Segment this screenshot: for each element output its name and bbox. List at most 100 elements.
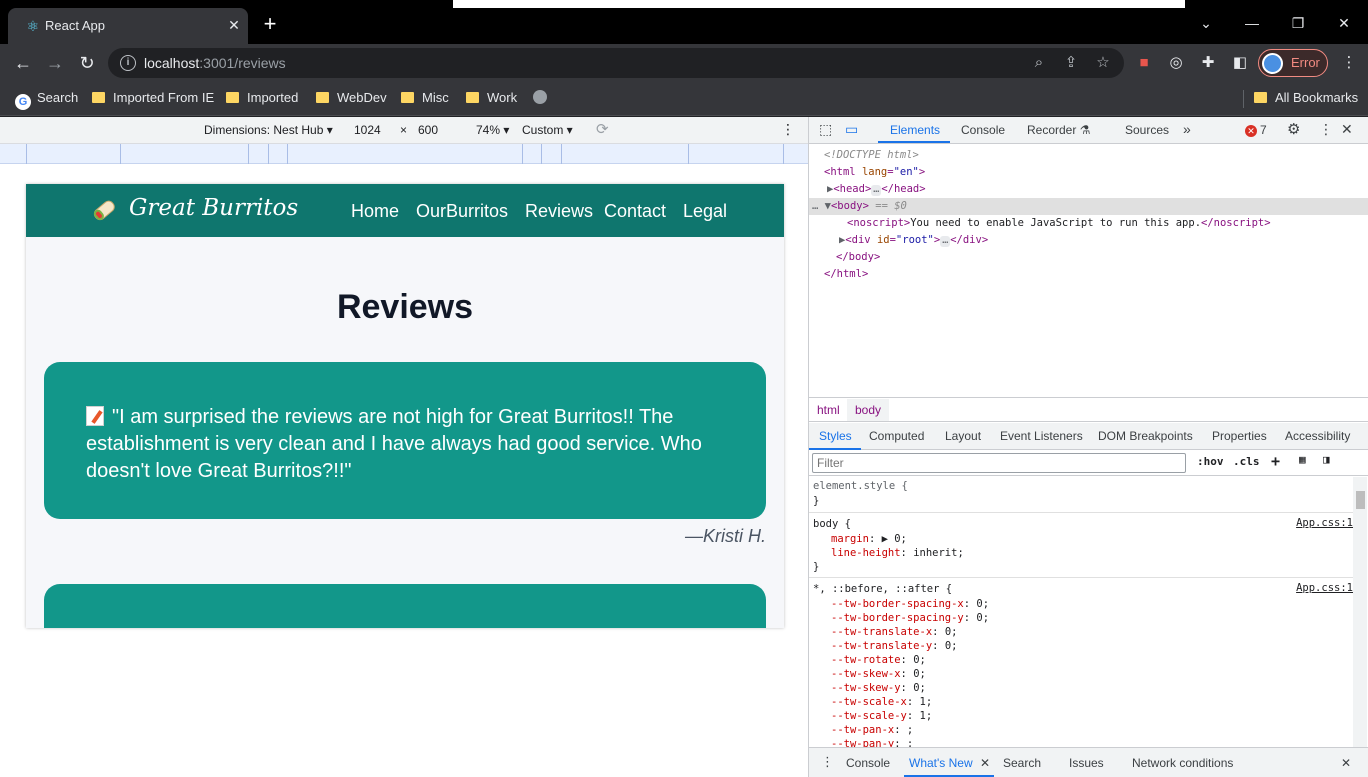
error-count[interactable]: 7 [1260, 123, 1267, 137]
styles-scrollbar[interactable] [1353, 477, 1367, 747]
bookmark-folder-imported-from-ie[interactable]: Imported From IE [92, 90, 214, 108]
zoom-icon[interactable]: ⌕ [1028, 52, 1050, 74]
sidebar-toggle-icon[interactable]: ◨ [1323, 453, 1330, 466]
tab-computed[interactable]: Computed [869, 429, 924, 443]
tab-accessibility[interactable]: Accessibility [1285, 429, 1350, 443]
dom-body-close[interactable]: </body> [809, 249, 1368, 266]
device-toggle-icon[interactable]: ▭ [845, 121, 858, 138]
css-declaration[interactable]: --tw-skew-y: 0; [831, 681, 926, 695]
device-height-input[interactable]: 600 [418, 123, 438, 137]
device-options-icon[interactable]: ⋮ [781, 121, 795, 138]
zoom-select[interactable]: 74% ▾ [476, 123, 509, 137]
dom-head[interactable]: ▶<head>… </head> [809, 181, 1368, 198]
drawer-tab-close-icon[interactable]: ✕ [980, 756, 990, 770]
rule-body[interactable]: body { App.css:1 margin: ▶ 0; line-heigh… [809, 514, 1353, 578]
dom-html-close[interactable]: </html> [809, 266, 1368, 283]
dom-noscript[interactable]: <noscript>You need to enable JavaScript … [809, 215, 1368, 232]
tab-event-listeners[interactable]: Event Listeners [1000, 429, 1083, 443]
media-query-segment[interactable] [248, 144, 249, 164]
dom-body-selected[interactable]: … ▼<body> == $0 [809, 198, 1368, 215]
bookmark-folder-misc[interactable]: Misc [401, 90, 449, 108]
extension-target-icon[interactable]: ◎ [1165, 52, 1187, 74]
css-declaration[interactable]: margin: ▶ 0; [831, 532, 907, 546]
hover-state-button[interactable]: :hov [1197, 455, 1224, 468]
nav-link-legal[interactable]: Legal [683, 201, 727, 222]
profile-error-button[interactable]: Error [1258, 49, 1328, 77]
nav-link-home[interactable]: Home [351, 201, 399, 222]
extension-red-icon[interactable]: ■ [1133, 52, 1155, 74]
drawer-menu-icon[interactable]: ⋮ [821, 754, 834, 770]
rule-element-style[interactable]: element.style { } [809, 477, 1353, 513]
close-window-button[interactable]: ✕ [1321, 8, 1367, 38]
drawer-tab-search[interactable]: Search [1003, 756, 1041, 770]
tab-dom-breakpoints[interactable]: DOM Breakpoints [1098, 429, 1193, 443]
bookmark-search[interactable]: G Search [15, 90, 78, 110]
side-panel-icon[interactable]: ◧ [1229, 52, 1251, 74]
crumb-body[interactable]: body [855, 403, 881, 417]
minimize-button[interactable]: — [1229, 8, 1275, 38]
bookmark-star-icon[interactable]: ☆ [1092, 52, 1114, 74]
site-brand[interactable]: Great Burritos [129, 195, 298, 221]
styles-filter-input[interactable] [812, 453, 1186, 473]
tab-styles[interactable]: Styles [819, 429, 852, 443]
nav-link-our-burritos[interactable]: OurBurritos [416, 201, 508, 222]
crumb-html[interactable]: html [817, 403, 840, 417]
css-declaration[interactable]: line-height: inherit; [831, 546, 964, 560]
media-query-segment[interactable] [541, 144, 542, 164]
new-rule-icon[interactable]: + [1271, 452, 1280, 470]
site-info-icon[interactable]: i [120, 55, 136, 71]
maximize-button[interactable]: ❐ [1275, 8, 1321, 38]
css-declaration[interactable]: --tw-border-spacing-x: 0; [831, 597, 989, 611]
share-icon[interactable]: ⇪ [1060, 52, 1082, 74]
css-declaration[interactable]: --tw-border-spacing-y: 0; [831, 611, 989, 625]
settings-gear-icon[interactable]: ⚙ [1287, 120, 1300, 138]
menu-dots-icon[interactable]: ⋮ [1338, 52, 1360, 74]
devtools-menu-icon[interactable]: ⋮ [1319, 121, 1333, 138]
media-query-segment[interactable] [268, 144, 269, 164]
tab-elements[interactable]: Elements [890, 123, 940, 137]
dom-html-open[interactable]: <html lang="en"> [809, 164, 1368, 181]
tab-properties[interactable]: Properties [1212, 429, 1267, 443]
reload-icon[interactable]: ↻ [74, 51, 100, 75]
css-declaration[interactable]: --tw-scale-y: 1; [831, 709, 932, 723]
device-width-input[interactable]: 1024 [354, 123, 381, 137]
error-icon[interactable]: ✕ [1245, 125, 1257, 137]
back-arrow-icon[interactable]: ← [10, 51, 36, 75]
css-declaration[interactable]: --tw-scale-x: 1; [831, 695, 932, 709]
css-declaration[interactable]: --tw-translate-y: 0; [831, 639, 957, 653]
media-query-segment[interactable] [26, 144, 27, 164]
close-devtools-icon[interactable]: ✕ [1341, 121, 1353, 138]
bookmark-globe[interactable] [533, 90, 547, 108]
rule-source-link[interactable]: App.css:1 [1296, 582, 1353, 594]
new-tab-button[interactable]: + [258, 13, 282, 37]
media-query-segment[interactable] [561, 144, 562, 164]
tab-close-icon[interactable]: ✕ [224, 15, 244, 35]
class-toggle-button[interactable]: .cls [1233, 455, 1260, 468]
tab-recorder[interactable]: Recorder ⚗ [1027, 123, 1090, 137]
css-declaration[interactable]: --tw-rotate: 0; [831, 653, 926, 667]
rotate-icon[interactable]: ⟳ [596, 120, 609, 138]
scroll-thumb[interactable] [1356, 491, 1365, 509]
drawer-tab-issues[interactable]: Issues [1069, 756, 1104, 770]
bookmark-folder-all-bookmarks[interactable]: All Bookmarks [1254, 90, 1358, 108]
media-query-bar[interactable] [0, 144, 808, 164]
tab-console[interactable]: Console [961, 123, 1005, 137]
css-declaration[interactable]: --tw-pan-x: ; [831, 723, 913, 737]
bookmark-folder-webdev[interactable]: WebDev [316, 90, 387, 108]
drawer-tab-whats-new[interactable]: What's New [909, 756, 973, 770]
forward-arrow-icon[interactable]: → [42, 51, 68, 75]
dom-div-root[interactable]: ▶<div id="root">… </div> [809, 232, 1368, 249]
rule-universal[interactable]: *, ::before, ::after { App.css:1 --tw-bo… [809, 579, 1353, 747]
media-query-segment[interactable] [522, 144, 523, 164]
bookmark-folder-imported[interactable]: Imported [226, 90, 298, 108]
nav-link-contact[interactable]: Contact [604, 201, 666, 222]
dom-doctype[interactable]: <!DOCTYPE html> [809, 147, 1368, 164]
close-drawer-icon[interactable]: ✕ [1341, 756, 1351, 770]
inspect-element-icon[interactable]: ⬚ [819, 121, 832, 138]
media-query-segment[interactable] [120, 144, 121, 164]
tab-layout[interactable]: Layout [945, 429, 981, 443]
css-declaration[interactable]: --tw-translate-x: 0; [831, 625, 957, 639]
rule-source-link[interactable]: App.css:1 [1296, 517, 1353, 529]
address-bar[interactable]: i localhost:3001/reviews ⌕ ⇪ ☆ [108, 48, 1124, 78]
tab-search-button[interactable]: ⌄ [1183, 8, 1229, 38]
